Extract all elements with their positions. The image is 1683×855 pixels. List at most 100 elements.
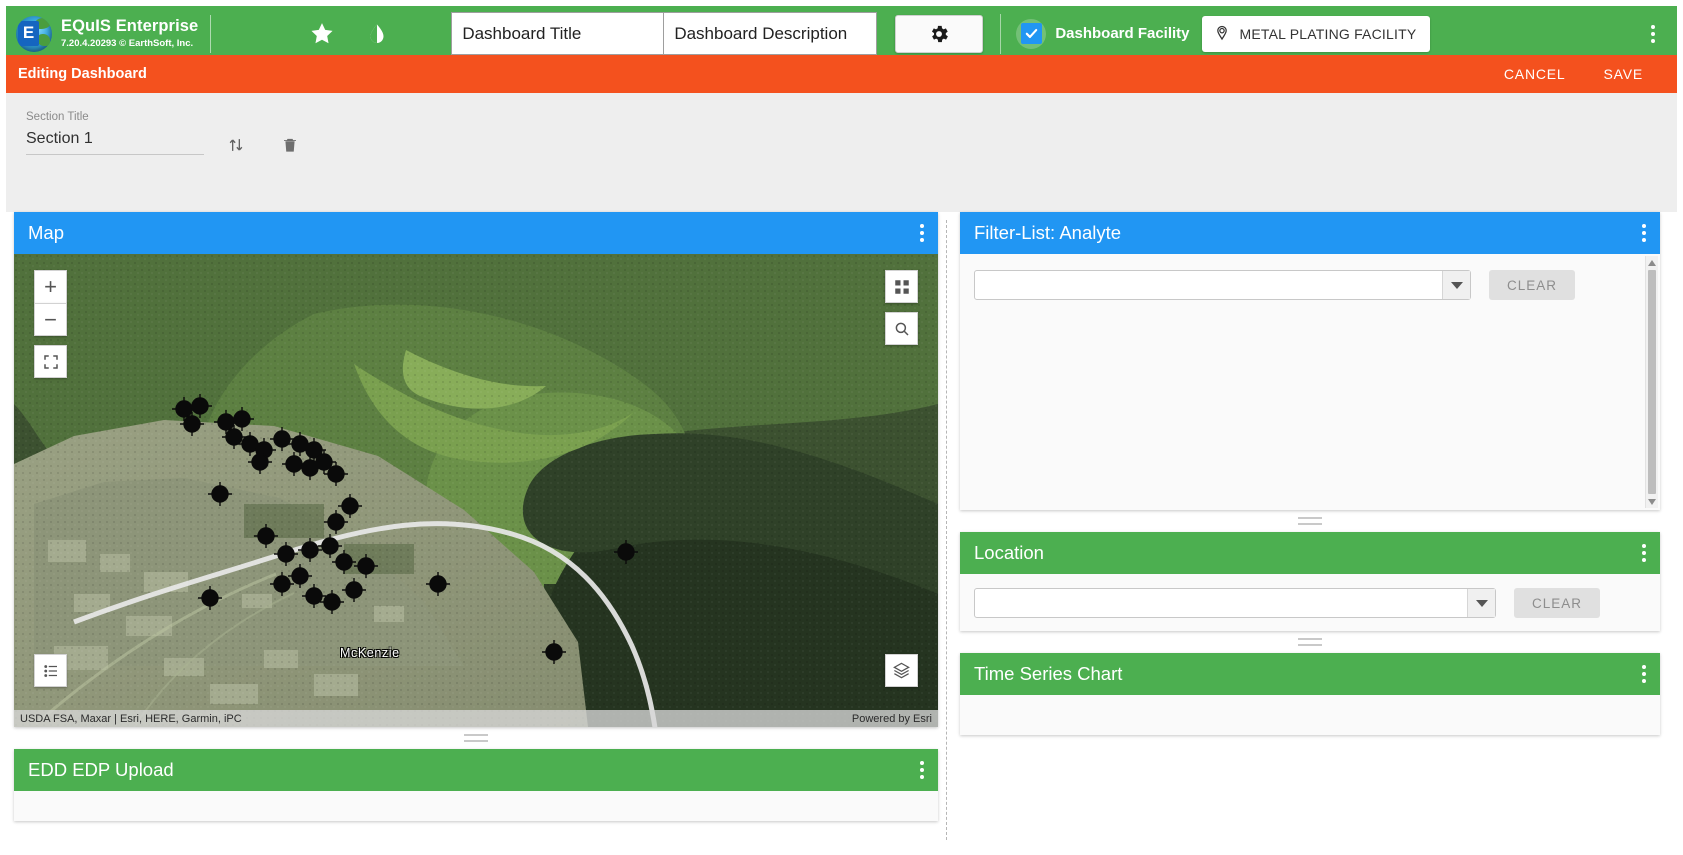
location-widget-menu[interactable] xyxy=(1642,544,1646,562)
map-zoom-in-button[interactable]: + xyxy=(34,270,67,303)
magnifier-icon xyxy=(893,320,911,338)
location-input[interactable] xyxy=(975,589,1467,617)
filter-list-resize-handle[interactable] xyxy=(960,510,1660,532)
chevron-down-icon xyxy=(1451,281,1463,289)
map-widget-menu[interactable] xyxy=(920,224,924,242)
edit-mode-bar: Editing Dashboard CANCEL SAVE xyxy=(6,55,1677,93)
map-attribution-provider: Powered by Esri xyxy=(852,713,932,725)
analyte-clear-button[interactable]: CLEAR xyxy=(1489,270,1575,300)
location-combobox[interactable] xyxy=(974,588,1496,618)
chevron-down-icon xyxy=(1476,599,1488,607)
save-button[interactable]: SAVE xyxy=(1603,66,1643,82)
analyte-list-scrollbar[interactable] xyxy=(1645,256,1658,508)
location-dropdown-toggle[interactable] xyxy=(1467,589,1495,617)
time-series-chart-header: Time Series Chart xyxy=(960,653,1660,695)
map-satellite-imagery xyxy=(14,254,938,727)
filter-list-analyte-body: CLEAR xyxy=(960,254,1660,510)
header-divider xyxy=(1000,14,1001,54)
scroll-up-arrow-icon[interactable] xyxy=(1646,256,1658,269)
map-canvas[interactable]: McKenzie + − xyxy=(14,254,938,727)
list-icon xyxy=(42,662,60,680)
app-header: E EQuIS Enterprise 7.20.4.20293 © EarthS… xyxy=(6,6,1677,61)
section-tool-group xyxy=(226,133,300,162)
plus-icon: + xyxy=(44,274,57,300)
bottom-left-widget-title: EDD EDP Upload xyxy=(28,759,174,781)
bottom-left-widget-body xyxy=(14,791,938,821)
layers-stack-icon xyxy=(892,661,911,680)
section-title-label: Section Title xyxy=(26,111,204,123)
time-series-chart-widget: Time Series Chart xyxy=(960,653,1660,735)
cancel-button[interactable]: CANCEL xyxy=(1504,66,1566,82)
section-toolbar: Section Title xyxy=(6,93,1677,212)
bottom-left-widget-menu[interactable] xyxy=(920,761,924,779)
map-search-button[interactable] xyxy=(885,312,918,345)
analyte-filter-row: CLEAR xyxy=(974,270,1646,300)
checkbox-checked-icon xyxy=(1021,23,1042,44)
contrast-droplet-icon[interactable] xyxy=(365,22,389,46)
dashboard-title-fields xyxy=(451,12,877,55)
dashboard-description-input[interactable] xyxy=(664,12,877,55)
filter-list-analyte-menu[interactable] xyxy=(1642,224,1646,242)
logo-letter: E xyxy=(18,21,39,46)
dashboard-facility-checkbox[interactable] xyxy=(1016,19,1046,49)
right-column: Filter-List: Analyte CLEAR xyxy=(960,212,1660,735)
bottom-left-widget: EDD EDP Upload xyxy=(14,749,938,821)
map-widget: Map xyxy=(14,212,938,727)
app-version: 7.20.4.20293 © EarthSoft, Inc. xyxy=(61,39,198,49)
map-attribution: USDA FSA, Maxar | Esri, HERE, Garmin, iP… xyxy=(14,710,938,727)
brand-block: E EQuIS Enterprise 7.20.4.20293 © EarthS… xyxy=(6,15,211,53)
minus-icon: − xyxy=(44,307,57,333)
location-resize-handle[interactable] xyxy=(960,631,1660,653)
grid-squares-icon xyxy=(893,278,911,296)
map-widget-header: Map xyxy=(14,212,938,254)
time-series-chart-body xyxy=(960,695,1660,735)
facility-selector-button[interactable]: METAL PLATING FACILITY xyxy=(1202,16,1431,52)
time-series-chart-menu[interactable] xyxy=(1642,665,1646,683)
section-title-input[interactable] xyxy=(26,130,204,155)
widget-canvas: Map xyxy=(6,212,1677,849)
analyte-combobox[interactable] xyxy=(974,270,1471,300)
app-name: EQuIS Enterprise xyxy=(61,18,198,35)
analyte-dropdown-toggle[interactable] xyxy=(1442,271,1470,299)
edit-mode-actions: CANCEL SAVE xyxy=(1504,66,1643,82)
sort-arrows-icon xyxy=(226,133,246,157)
filter-list-analyte-title: Filter-List: Analyte xyxy=(974,222,1121,244)
dashboard-editor-page: E EQuIS Enterprise 7.20.4.20293 © EarthS… xyxy=(0,0,1683,855)
filter-list-analyte-header: Filter-List: Analyte xyxy=(960,212,1660,254)
star-icon[interactable] xyxy=(309,21,335,47)
map-zoom-out-button[interactable]: − xyxy=(34,303,67,336)
filter-list-analyte-widget: Filter-List: Analyte CLEAR xyxy=(960,212,1660,510)
map-widget-resize-handle[interactable] xyxy=(14,727,938,749)
scroll-thumb[interactable] xyxy=(1648,270,1656,494)
expand-arrows-icon xyxy=(42,353,60,371)
location-widget: Location CLEAR xyxy=(960,532,1660,631)
map-widget-title: Map xyxy=(28,222,64,244)
trash-icon xyxy=(280,133,300,157)
map-layers-button[interactable] xyxy=(885,654,918,687)
map-full-extent-button[interactable] xyxy=(34,345,67,378)
column-divider xyxy=(946,220,947,840)
map-legend-button[interactable] xyxy=(34,654,67,687)
header-icon-group xyxy=(309,21,389,47)
analyte-input[interactable] xyxy=(975,271,1442,299)
scroll-down-arrow-icon[interactable] xyxy=(1646,495,1658,508)
location-clear-button[interactable]: CLEAR xyxy=(1514,588,1600,618)
header-overflow-menu[interactable] xyxy=(1651,25,1655,43)
kebab-menu-icon xyxy=(1651,25,1655,43)
equis-globe-logo-icon: E xyxy=(16,16,52,52)
map-grid-button[interactable] xyxy=(885,270,918,303)
brand-text: EQuIS Enterprise 7.20.4.20293 © EarthSof… xyxy=(61,18,210,48)
brand-divider xyxy=(210,15,211,53)
left-column: Map xyxy=(14,212,938,821)
dashboard-title-input[interactable] xyxy=(451,12,664,55)
gear-icon xyxy=(928,23,950,45)
delete-section-button[interactable] xyxy=(280,133,300,162)
location-widget-header: Location xyxy=(960,532,1660,574)
dashboard-facility-label: Dashboard Facility xyxy=(1055,25,1189,42)
location-filter-row: CLEAR xyxy=(974,588,1646,618)
bottom-left-widget-header: EDD EDP Upload xyxy=(14,749,938,791)
location-widget-title: Location xyxy=(974,542,1044,564)
reorder-sections-button[interactable] xyxy=(226,133,246,162)
settings-button[interactable] xyxy=(895,15,983,53)
time-series-chart-title: Time Series Chart xyxy=(974,663,1122,685)
